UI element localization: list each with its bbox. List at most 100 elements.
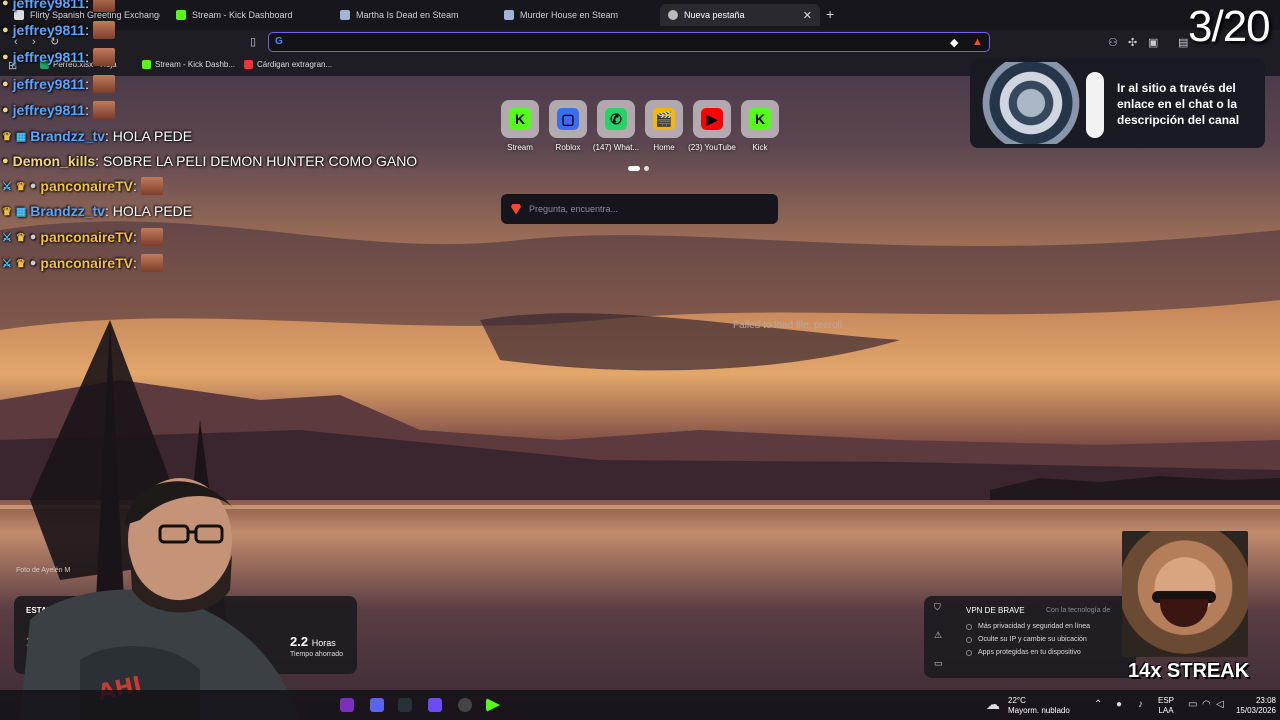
chat-text: : HOLA PEDE <box>104 128 193 144</box>
sword-icon: ⚔ <box>2 180 12 193</box>
tab-new-tab[interactable]: Nueva pestaña ✕ <box>660 4 820 26</box>
laughing-man-emote <box>1122 531 1248 657</box>
wifi-icon[interactable]: ◠ <box>1202 699 1211 710</box>
shortcut-tile: ▶ <box>693 100 731 138</box>
chat-message: ⚔ ♛ ● panconaireTV: <box>2 228 163 246</box>
chat-message: ♛ ▦ Brandzz_tv: HOLA PEDE <box>2 203 192 219</box>
language-indicator[interactable]: ESP LAA <box>1158 696 1174 716</box>
extensions-icon[interactable]: ✣ <box>1128 36 1137 49</box>
steam-icon <box>504 10 514 20</box>
tab-martha-steam[interactable]: Martha Is Dead en Steam <box>332 4 492 26</box>
brave-vpn-card[interactable]: ⛉ ⚠ ▭ VPN DE BRAVE Con la tecnología de … <box>924 596 1136 678</box>
sword-icon: ⚔ <box>2 231 12 244</box>
mouth-shape <box>1160 599 1208 627</box>
display-icon[interactable]: ▭ <box>1188 699 1197 710</box>
carousel-dot[interactable] <box>644 166 649 171</box>
new-tab-button[interactable]: + <box>826 6 834 22</box>
shortcut-tile: 🎬 <box>645 100 683 138</box>
shortcut-home[interactable]: 🎬 Home <box>640 100 688 152</box>
chat-username[interactable]: panconaireTV <box>40 229 133 245</box>
chat-message: ● jeffrey9811: <box>2 0 115 12</box>
shield-badge-icon: ● <box>29 231 37 243</box>
chat-username[interactable]: jeffrey9811 <box>13 76 85 92</box>
brave-shield-icon <box>668 10 678 20</box>
carousel-dot-active[interactable] <box>628 166 640 171</box>
chat-username[interactable]: jeffrey9811 <box>13 22 85 38</box>
incognito-icon[interactable]: ⚇ <box>1108 36 1118 49</box>
app-icon[interactable] <box>340 698 354 712</box>
shortcut-roblox[interactable]: ▢ Roblox <box>544 100 592 152</box>
carousel-dots <box>628 166 649 171</box>
close-tab-icon[interactable]: ✕ <box>803 9 812 22</box>
weather-temp: 22°C <box>1008 696 1026 705</box>
search-placeholder: Pregunta, encuentra... <box>529 204 619 214</box>
chat-username[interactable]: jeffrey9811 <box>13 0 85 11</box>
obs-icon[interactable] <box>458 698 472 712</box>
tab-label: Stream - Kick Dashboard <box>192 10 293 20</box>
chat-emote <box>92 0 115 12</box>
sidebar-icon[interactable]: ▤ <box>1178 36 1188 49</box>
clock[interactable]: 23:08 15/03/2026 <box>1228 696 1276 716</box>
chat-username[interactable]: jeffrey9811 <box>13 102 85 118</box>
drop-badge-icon: ● <box>2 24 9 36</box>
chat-username[interactable]: Brandzz_tv <box>30 128 105 144</box>
drop-badge-icon: ● <box>2 78 9 90</box>
chat-text: : <box>85 0 89 11</box>
chat-username[interactable]: jeffrey9811 <box>13 49 85 65</box>
proton-icon[interactable] <box>428 698 442 712</box>
shortcut-tile: ▢ <box>549 100 587 138</box>
shortcut-kick[interactable]: K Kick <box>736 100 784 152</box>
terminal-icon[interactable] <box>398 698 412 712</box>
shortcut-stream[interactable]: K Stream <box>496 100 544 152</box>
whatsapp-icon: ✆ <box>605 108 627 130</box>
chat-username[interactable]: panconaireTV <box>40 178 133 194</box>
kick-icon <box>142 60 151 69</box>
chat-text: : <box>85 76 89 92</box>
chat-username[interactable]: Brandzz_tv <box>30 203 105 219</box>
crown-icon: ♛ <box>15 231 26 244</box>
chat-message: ● Demon_kills: SOBRE LA PELI DEMON HUNTER… <box>2 153 417 169</box>
address-bar[interactable]: G <box>268 32 990 52</box>
kick-icon <box>176 10 186 20</box>
tab-label: Murder House en Steam <box>520 10 619 20</box>
network-icon[interactable]: ● <box>1116 699 1122 710</box>
weather-icon[interactable]: ☁ <box>986 696 1000 713</box>
clapperboard-icon: 🎬 <box>653 108 675 130</box>
chat-emote <box>140 177 163 195</box>
chat-emote <box>140 254 163 272</box>
bullet-icon <box>966 624 972 630</box>
chevron-up-icon[interactable]: ⌃ <box>1094 699 1102 710</box>
weather-widget[interactable]: 22°C Mayorm. nublado <box>1008 696 1070 716</box>
volume-icon[interactable]: ◁ <box>1216 699 1224 710</box>
chat-username[interactable]: Demon_kills <box>13 153 95 169</box>
drop-badge-icon: ● <box>2 104 9 116</box>
chat-emote <box>140 228 163 246</box>
mic-icon[interactable]: ♪ <box>1138 699 1143 710</box>
shortcut-tile: ✆ <box>597 100 635 138</box>
taskbar <box>0 690 1280 720</box>
brave-rewards-icon[interactable]: ▲ <box>972 36 983 48</box>
shield-icon: ⛉ <box>934 602 941 612</box>
leo-search-box[interactable]: Pregunta, encuentra... <box>501 194 778 224</box>
bookmark-icon[interactable]: ▯ <box>250 35 256 48</box>
drop-badge-icon: ● <box>2 0 9 9</box>
bookmark-label: Stream - Kick Dashb... <box>155 60 236 69</box>
shortcut-23-youtube[interactable]: ▶ (23) YouTube <box>688 100 736 152</box>
wallet-icon[interactable]: ▣ <box>1148 36 1158 49</box>
tab-kick-dashboard[interactable]: Stream - Kick Dashboard <box>168 4 328 26</box>
chat-emote <box>92 75 115 93</box>
shortcut-147-what[interactable]: ✆ (147) What... <box>592 100 640 152</box>
discord-icon[interactable] <box>370 698 384 712</box>
roulette-ad[interactable]: Ir al sitio a través del enlace en el ch… <box>970 58 1265 148</box>
crown-icon: ♛ <box>2 205 12 218</box>
bookmark-kick-dashboard[interactable]: Stream - Kick Dashb... <box>142 60 235 69</box>
tab-murder-house-steam[interactable]: Murder House en Steam <box>496 4 656 26</box>
date: 15/03/2026 <box>1235 706 1276 715</box>
brave-shields-icon[interactable]: ◆ <box>950 36 958 49</box>
store-icon <box>244 60 253 69</box>
roulette-wheel-image <box>976 62 1086 144</box>
bookmark-cardigan[interactable]: Cárdigan extragran... <box>244 60 332 69</box>
counter-overlay: 3/20 <box>1188 2 1271 51</box>
preroll-error-text: Failed to load file: preroll <box>733 320 842 331</box>
chat-username[interactable]: panconaireTV <box>40 255 133 271</box>
